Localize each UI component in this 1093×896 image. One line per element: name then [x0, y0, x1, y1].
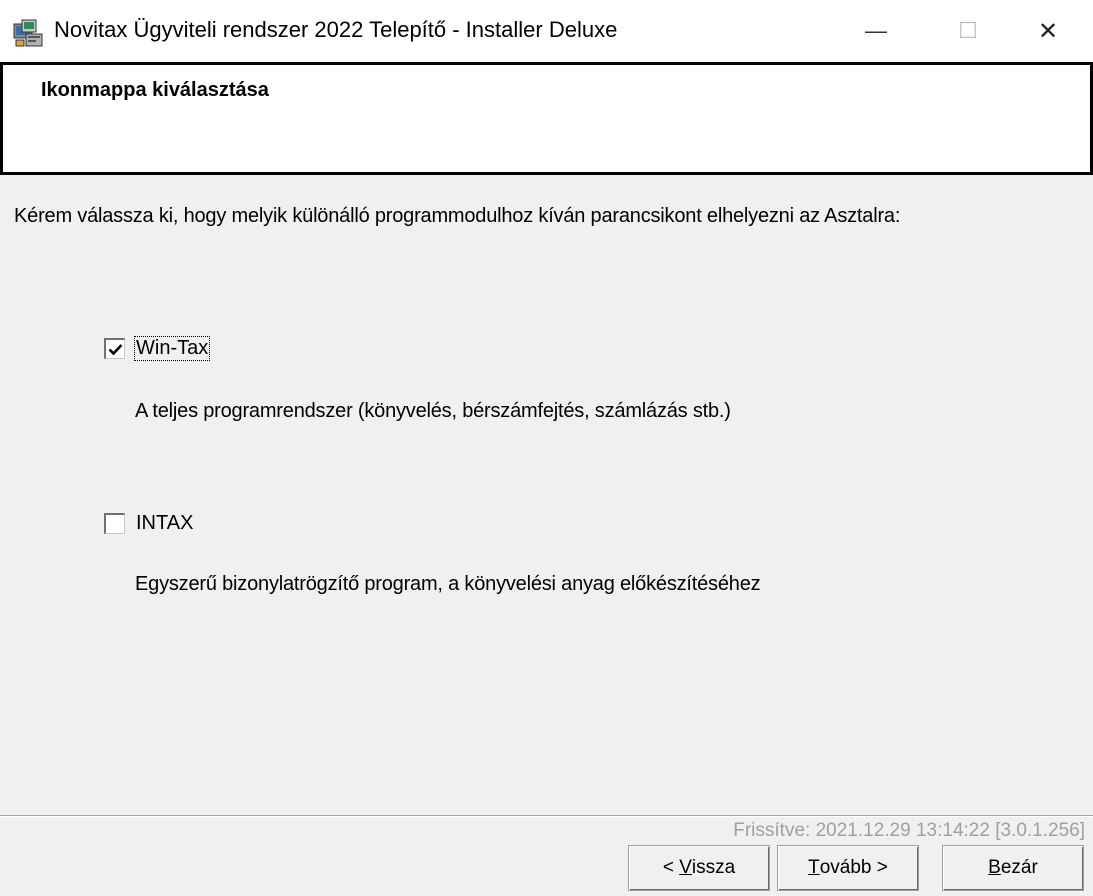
close-label-rest: ezár — [1000, 857, 1038, 878]
content-area: Kérem válassza ki, hogy melyik különálló… — [0, 175, 1093, 896]
intax-label[interactable]: INTAX — [135, 512, 194, 535]
window-title: Novitax Ügyviteli rendszer 2022 Telepítő… — [54, 17, 618, 42]
back-label-prefix: < — [662, 857, 680, 878]
close-window-button[interactable]: ✕ — [1010, 0, 1086, 62]
title-bar[interactable]: Novitax Ügyviteli rendszer 2022 Telepítő… — [0, 0, 1093, 62]
next-button[interactable]: Tovább > — [777, 845, 919, 891]
close-label-mnemonic: B — [988, 857, 1001, 878]
next-label-rest: ovább > — [819, 857, 888, 878]
option-intax[interactable]: INTAX — [104, 512, 194, 535]
win-tax-description: A teljes programrendszer (könyvelés, bér… — [135, 400, 731, 422]
next-label-mnemonic: T — [808, 857, 820, 878]
intax-description: Egyszerű bizonylatrögzítő program, a kön… — [135, 573, 761, 595]
back-button[interactable]: < Vissza — [628, 845, 770, 891]
option-win-tax[interactable]: Win-Tax — [104, 336, 211, 361]
page-title: Ikonmappa kiválasztása — [41, 79, 269, 101]
win-tax-label[interactable]: Win-Tax — [133, 336, 211, 361]
installer-app-icon — [12, 18, 44, 48]
back-label-mnemonic: V — [679, 857, 692, 878]
win-tax-checkbox[interactable] — [104, 338, 125, 359]
updated-timestamp: Frissítve: 2021.12.29 13:14:22 [3.0.1.25… — [733, 820, 1085, 841]
close-icon: ✕ — [1037, 17, 1059, 45]
minimize-icon: — — [865, 18, 887, 43]
header-panel: Ikonmappa kiválasztása — [0, 62, 1093, 175]
close-button[interactable]: Bezár — [942, 845, 1084, 891]
maximize-button: ☐ — [930, 0, 1006, 62]
check-icon — [108, 343, 122, 355]
footer-divider — [0, 815, 1093, 817]
minimize-button[interactable]: — — [838, 0, 914, 62]
intax-checkbox[interactable] — [104, 513, 125, 534]
back-label-rest: issza — [691, 857, 736, 878]
maximize-icon: ☐ — [958, 18, 978, 43]
instruction-text: Kérem válassza ki, hogy melyik különálló… — [14, 205, 901, 227]
